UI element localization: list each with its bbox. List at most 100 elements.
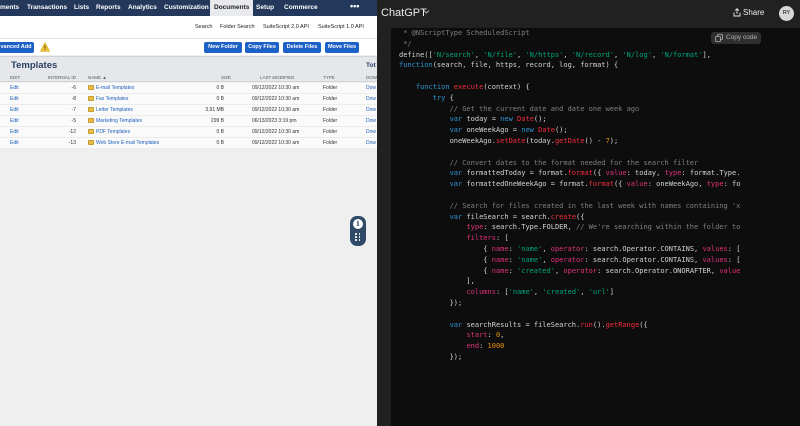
edit-link[interactable]: Edit [10, 118, 19, 124]
copy-files-button[interactable]: Copy Files [245, 42, 279, 53]
move-files-button[interactable]: Move Files [325, 42, 359, 53]
chevron-down-icon[interactable] [423, 9, 430, 15]
folder-icon [88, 129, 94, 134]
code-token: , [580, 288, 589, 297]
user-avatar[interactable]: RY [779, 6, 794, 21]
code-token: ] [609, 288, 615, 297]
nav-tab-commerce[interactable]: Commerce [284, 0, 318, 16]
code-line: oneWeekAgo.setDate(today.getDate() - 7); [399, 136, 740, 147]
code-token: type [664, 169, 682, 178]
column-header-internal-id[interactable]: INTERNAL ID [48, 75, 76, 80]
code-token: fileSearch = search. [462, 212, 551, 221]
nav-tab-analytics[interactable]: Analytics [128, 0, 157, 16]
name-link[interactable]: Web Store E-mail Templates [96, 140, 159, 146]
code-token: : oneWeekAgo, [647, 180, 707, 189]
code-token: type [706, 180, 724, 189]
edit-link[interactable]: Edit [10, 85, 19, 91]
internal-id-cell: -6 [71, 85, 76, 91]
type-cell: Folder [323, 85, 338, 91]
code-token: : search.Operator.CONTAINS, [584, 255, 703, 264]
code-token: value [605, 169, 627, 178]
name-link[interactable]: Letter Templates [96, 107, 133, 113]
more-menu-icon[interactable]: ••• [350, 0, 359, 13]
code-token: Date [538, 126, 555, 135]
table-row: Edit -12 PDF Templates 0 B 09/12/2022 10:30 … [0, 127, 377, 138]
folder-icon [88, 118, 94, 123]
advanced-add-button[interactable]: vanced Add [0, 42, 34, 53]
search-link[interactable]: Search [195, 24, 212, 30]
column-header-last-modified[interactable]: LAST MODIFIED [260, 75, 294, 80]
code-line: var oneWeekAgo = new Date(); [399, 125, 740, 136]
model-title[interactable]: ChatGPT [381, 7, 427, 19]
nav-tab-transactions[interactable]: Transactions [27, 0, 67, 16]
download-link[interactable]: Dow [366, 85, 376, 91]
suitescript-1-api-link[interactable]: SuiteScript 1.0 API [318, 24, 364, 30]
code-line: function execute(context) { [399, 82, 740, 93]
code-token: // Convert dates to the format needed fo… [449, 158, 699, 167]
nav-tab-payments[interactable]: ments [0, 0, 19, 16]
code-token: ], [399, 277, 475, 286]
column-header-name[interactable]: NAME ▲ [88, 75, 107, 80]
code-token: (); [533, 115, 547, 124]
suitescript-2-api-link[interactable]: SuiteScript 2.0 API [263, 24, 309, 30]
code-token: format [567, 169, 593, 178]
code-token: today = [462, 115, 501, 124]
code-line: // Convert dates to the format needed fo… [399, 158, 740, 169]
edit-link[interactable]: Edit [10, 140, 19, 146]
code-token: : today, [626, 169, 665, 178]
code-token: // Get the current date and date one wee… [449, 104, 640, 113]
nav-tab-lists[interactable]: Lists [74, 0, 89, 16]
copy-icon [715, 34, 723, 42]
name-link[interactable]: Marketing Templates [96, 118, 142, 124]
code-token: ({ [639, 320, 648, 329]
nav-tab-documents[interactable]: Documents [210, 0, 254, 16]
code-token: value [626, 180, 648, 189]
sub-links-bar: Search Folder Search SuiteScript 2.0 API… [0, 16, 377, 38]
size-cell: 0 B [216, 129, 224, 135]
last-modified-cell: 09/12/2022 10:30 am [252, 96, 300, 102]
code-line: // Search for files created in the last … [399, 201, 741, 212]
nav-tab-setup[interactable]: Setup [256, 0, 274, 16]
download-link[interactable]: Dow [366, 96, 376, 102]
total-label: Tot [366, 62, 376, 69]
folder-icon [88, 107, 94, 112]
download-link[interactable]: Dow [366, 129, 376, 135]
grid-handle-icon[interactable] [355, 233, 361, 243]
code-line: var formattedToday = format.format({ val… [399, 168, 741, 179]
code-token: { [399, 255, 492, 264]
name-link[interactable]: PDF Templates [96, 129, 130, 135]
size-cell: 0 B [216, 140, 224, 146]
name-link[interactable]: E-mail Templates [96, 85, 134, 91]
edit-link[interactable]: Edit [10, 129, 19, 135]
info-icon[interactable]: i [352, 218, 364, 230]
new-folder-button[interactable]: New Folder [204, 42, 242, 53]
code-token: format [588, 180, 614, 189]
chatgpt-header: ChatGPT Share RY [377, 0, 800, 28]
edit-link[interactable]: Edit [10, 107, 19, 113]
share-icon [733, 8, 741, 17]
code-token: 'N/file' [483, 50, 518, 59]
code-token: new [521, 126, 534, 135]
edit-link[interactable]: Edit [10, 96, 19, 102]
folder-icon [88, 85, 94, 90]
copy-code-button[interactable]: Copy code [711, 32, 762, 44]
code-token: create [550, 212, 577, 221]
help-widget[interactable]: i [350, 216, 366, 246]
code-token: : search.Operator.ONORAFTER, [597, 266, 720, 275]
code-token: ({ [592, 169, 606, 178]
download-link[interactable]: Dow [366, 140, 376, 146]
download-link[interactable]: Dow [366, 118, 376, 124]
download-link[interactable]: Dow [366, 107, 376, 113]
code-token: (today. [525, 136, 555, 145]
nav-tab-reports[interactable]: Reports [96, 0, 121, 16]
code-token: { [399, 266, 492, 275]
name-link[interactable]: Fax Templates [96, 96, 128, 102]
folder-search-link[interactable]: Folder Search [220, 24, 255, 30]
delete-files-button[interactable]: Delete Files [283, 42, 321, 53]
nav-tab-customization[interactable]: Customization [164, 0, 209, 16]
column-header-type[interactable]: TYPE [323, 75, 335, 80]
column-header-size[interactable]: SIZE [221, 75, 231, 80]
